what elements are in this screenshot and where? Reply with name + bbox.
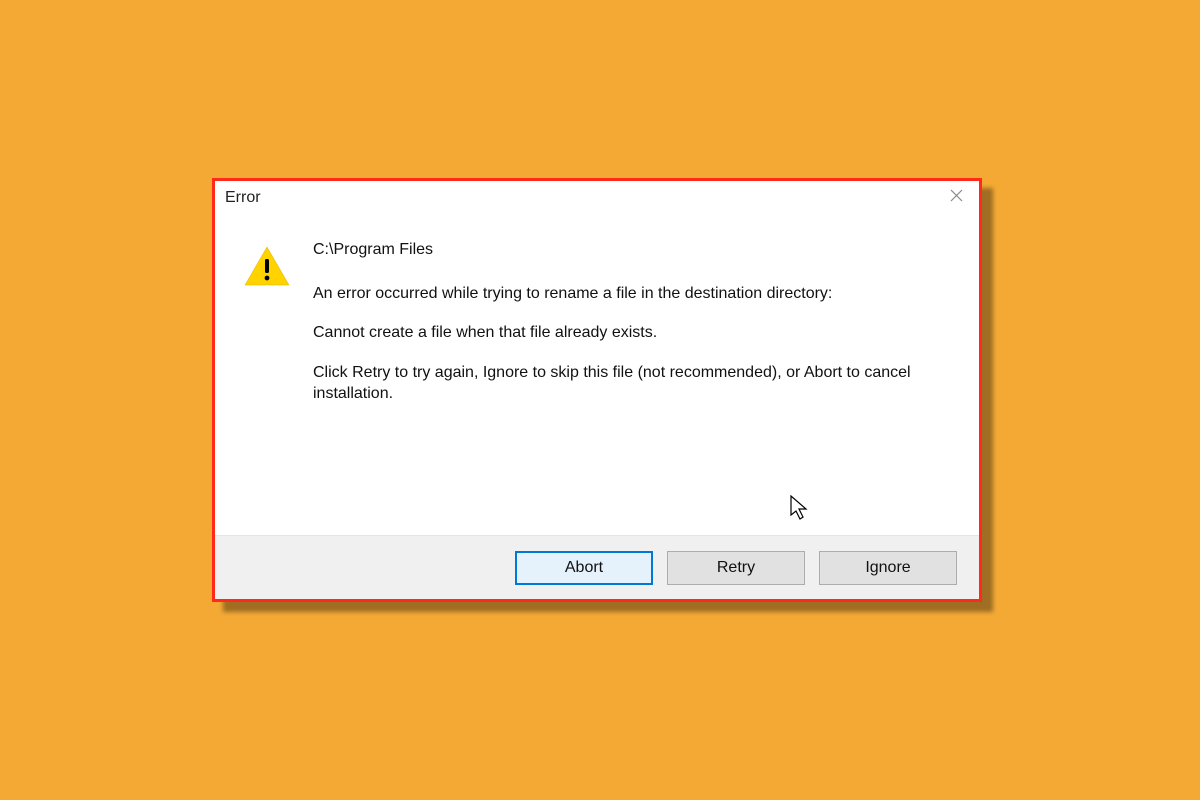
close-icon bbox=[950, 189, 963, 207]
titlebar[interactable]: Error bbox=[215, 181, 979, 215]
error-message-3: Click Retry to try again, Ignore to skip… bbox=[313, 362, 951, 405]
error-message-2: Cannot create a file when that file alre… bbox=[313, 322, 951, 344]
error-message-1: An error occurred while trying to rename… bbox=[313, 283, 951, 305]
icon-column bbox=[243, 239, 313, 515]
error-dialog: Error C:\Program Files An error occur bbox=[212, 178, 982, 602]
close-button[interactable] bbox=[941, 186, 971, 210]
abort-button[interactable]: Abort bbox=[515, 551, 653, 585]
ignore-button[interactable]: Ignore bbox=[819, 551, 957, 585]
error-path: C:\Program Files bbox=[313, 239, 951, 261]
dialog-title: Error bbox=[225, 189, 261, 207]
button-bar: Abort Retry Ignore bbox=[215, 535, 979, 599]
retry-button[interactable]: Retry bbox=[667, 551, 805, 585]
warning-icon bbox=[243, 274, 291, 291]
content-area: C:\Program Files An error occurred while… bbox=[215, 215, 979, 535]
message-column: C:\Program Files An error occurred while… bbox=[313, 239, 951, 515]
